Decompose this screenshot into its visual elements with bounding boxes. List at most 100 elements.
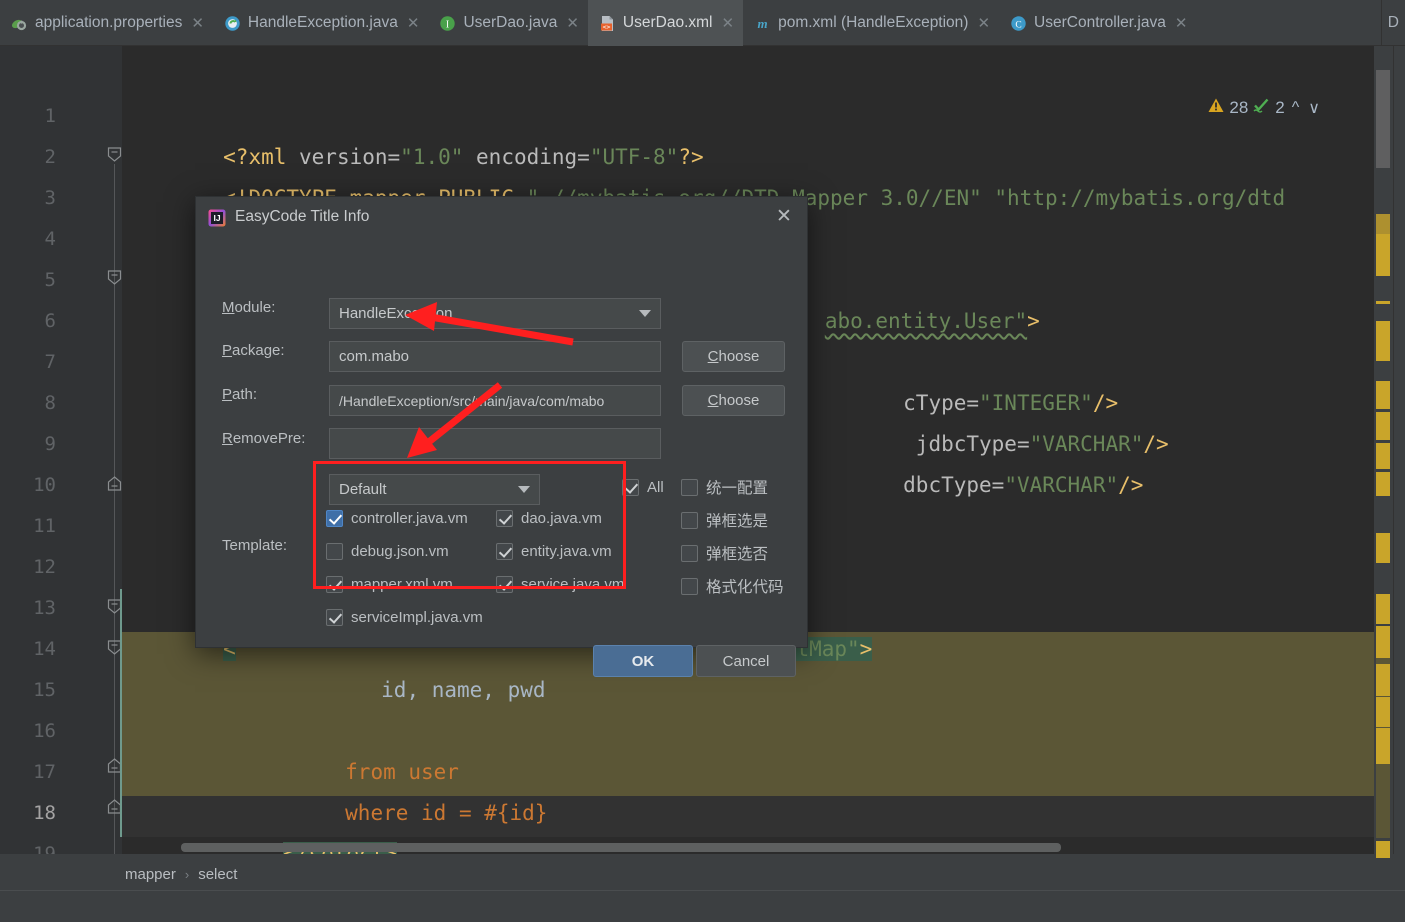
warning-marker[interactable]	[1376, 841, 1390, 859]
fold-marker-expand[interactable]	[107, 476, 122, 491]
status-bar	[0, 890, 1405, 922]
mnemonic: P	[222, 342, 233, 359]
package-input[interactable]: com.mabo	[329, 341, 661, 372]
tab-userdao-xml[interactable]: <> UserDao.xml ✕	[587, 0, 744, 46]
template-checkbox-dao[interactable]: dao.java.vm	[496, 510, 602, 527]
checkbox-label: service.java.vm	[521, 576, 625, 593]
option-checkbox-dialog-yes[interactable]: 弹框选是	[681, 509, 768, 531]
tab-handleexception-java[interactable]: HandleException.java ✕	[213, 0, 429, 46]
tab-label: HandleException.java	[247, 14, 398, 31]
checkbox-box	[681, 478, 698, 496]
warning-marker[interactable]	[1376, 381, 1390, 409]
warning-marker[interactable]	[1376, 301, 1390, 304]
line-number: 10	[33, 474, 56, 496]
tab-userdao-java[interactable]: I UserDao.java ✕	[428, 0, 587, 46]
chevron-down-icon[interactable]: ∨	[1306, 98, 1322, 118]
java-interface-icon: I	[439, 15, 456, 32]
xml-mapper-icon: <>	[599, 15, 616, 32]
close-icon[interactable]: ✕	[977, 16, 990, 31]
label-rest: odule:	[234, 299, 276, 316]
close-icon[interactable]: ✕	[566, 16, 579, 31]
svg-text:<>: <>	[603, 23, 611, 31]
easycode-title-info-dialog[interactable]: IJ EasyCode Title Info ✕ Module: HandleE…	[195, 196, 808, 677]
scrollbar-thumb[interactable]	[1376, 70, 1390, 168]
inspection-ok-icon	[1253, 98, 1270, 118]
inspection-widget[interactable]: 28 2 ^ ∨	[1208, 98, 1322, 118]
warning-marker[interactable]	[1376, 443, 1390, 469]
chevron-up-icon[interactable]: ^	[1290, 99, 1302, 117]
warning-marker[interactable]	[1376, 664, 1390, 696]
warning-marker[interactable]	[1376, 697, 1390, 727]
package-choose-button[interactable]: Choose	[682, 341, 785, 372]
warning-marker[interactable]	[1376, 321, 1390, 361]
svg-text:I: I	[446, 19, 449, 30]
horizontal-scrollbar[interactable]	[181, 843, 1061, 852]
option-checkbox-dialog-no[interactable]: 弹框选否	[681, 542, 768, 564]
close-icon[interactable]: ✕	[775, 207, 793, 226]
template-checkbox-controller[interactable]: controller.java.vm	[326, 510, 468, 527]
checkbox-box	[496, 510, 513, 527]
template-checkbox-serviceimpl[interactable]: serviceImpl.java.vm	[326, 609, 483, 626]
warning-marker[interactable]	[1376, 214, 1390, 246]
line-number: 8	[44, 392, 56, 414]
breadcrumb-item-select[interactable]: select	[198, 866, 237, 883]
warning-marker[interactable]	[1376, 412, 1390, 440]
checkbox-box	[326, 543, 343, 560]
close-icon[interactable]: ✕	[722, 16, 735, 31]
mnemonic: C	[707, 392, 719, 409]
warning-count: 28	[1229, 98, 1249, 117]
tab-usercontroller-java[interactable]: C UserController.java ✕	[999, 0, 1196, 46]
module-combobox[interactable]: HandleException	[329, 298, 661, 329]
path-input[interactable]: /HandleException/src/main/java/com/mabo	[329, 385, 661, 416]
close-icon[interactable]: ✕	[1175, 16, 1188, 31]
template-checkbox-debug[interactable]: debug.json.vm	[326, 543, 449, 560]
editor-gutter[interactable]: 1 2 3 4 5 6 7 8 9 10 11 12 13 14 15 16 1…	[0, 46, 122, 854]
template-group-combobox[interactable]: Default	[329, 474, 540, 505]
checkbox-label: serviceImpl.java.vm	[351, 609, 483, 626]
warning-marker[interactable]	[1376, 533, 1390, 563]
removepre-label: RemovePre:	[222, 430, 305, 447]
package-value: com.mabo	[339, 348, 410, 365]
ide-window: application.properties ✕ HandleException…	[0, 0, 1405, 922]
properties-file-icon	[11, 15, 28, 32]
path-label: Path:	[222, 386, 257, 403]
mnemonic: R	[222, 430, 233, 447]
fold-guide-line	[114, 164, 115, 854]
breadcrumb-item-mapper[interactable]: mapper	[125, 866, 176, 883]
module-label: Module:	[222, 299, 292, 316]
breadcrumb-separator: ›	[184, 866, 190, 882]
checkbox-label: All	[647, 479, 664, 496]
template-checkbox-entity[interactable]: entity.java.vm	[496, 543, 612, 560]
path-choose-button[interactable]: Choose	[682, 385, 785, 416]
warning-marker[interactable]	[1376, 472, 1390, 496]
removepre-input[interactable]	[329, 428, 661, 459]
tab-overflow-edge[interactable]: D	[1380, 0, 1405, 46]
code-token: />	[1118, 473, 1144, 497]
close-icon[interactable]: ✕	[191, 16, 204, 31]
warning-marker[interactable]	[1376, 594, 1390, 624]
all-checkbox[interactable]: All	[622, 479, 664, 496]
fold-marker-collapse[interactable]	[107, 270, 122, 285]
fold-marker-collapse[interactable]	[107, 147, 122, 162]
close-icon[interactable]: ✕	[407, 16, 420, 31]
svg-text:IJ: IJ	[213, 213, 220, 223]
cancel-button[interactable]: Cancel	[696, 645, 796, 677]
option-checkbox-format-code[interactable]: 格式化代码	[681, 575, 784, 597]
warning-marker[interactable]	[1376, 626, 1390, 658]
ok-button[interactable]: OK	[593, 645, 693, 677]
checkbox-box	[326, 609, 343, 626]
option-checkbox-unified-config[interactable]: 统一配置	[681, 476, 768, 498]
mnemonic: C	[707, 348, 719, 365]
mnemonic: M	[222, 299, 235, 316]
template-checkbox-mapper[interactable]: mapper.xml.vm	[326, 576, 453, 593]
tab-application-properties[interactable]: application.properties ✕	[0, 0, 213, 46]
error-stripe-scrollbar[interactable]	[1374, 46, 1393, 859]
tab-pom-xml[interactable]: m pom.xml (HandleException) ✕	[743, 0, 999, 46]
editor-tab-bar: application.properties ✕ HandleException…	[0, 0, 1405, 46]
warning-marker[interactable]	[1376, 728, 1390, 764]
breadcrumb[interactable]: mapper › select	[122, 858, 1405, 890]
line-number: 6	[44, 310, 56, 332]
right-tool-window-strip[interactable]	[1393, 46, 1405, 854]
template-checkbox-service[interactable]: service.java.vm	[496, 576, 624, 593]
template-label: Template:	[222, 537, 287, 554]
